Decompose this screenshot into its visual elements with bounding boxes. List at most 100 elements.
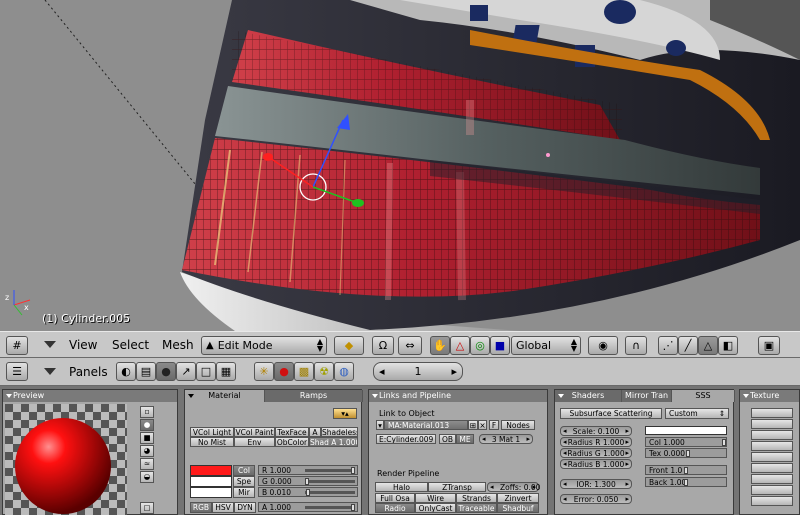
green-slider[interactable]: G 0.000 [258,476,358,486]
context-shading-button[interactable]: ● [156,362,176,381]
texture-panel-title[interactable]: Texture [740,390,799,402]
occlude-geometry-toggle[interactable]: ◧ [718,336,738,355]
sss-front-slider[interactable]: Front 1.0 [645,465,727,475]
me-link-button[interactable]: ME [456,434,474,444]
collapse-menu-icon[interactable] [44,341,56,348]
texture-channel-3[interactable] [751,430,793,440]
texture-channel-4[interactable] [751,441,793,451]
radius-b-field[interactable]: Radius B 1.000 [560,459,632,469]
preview-cube-button[interactable]: ■ [140,432,154,444]
radius-g-field[interactable]: Radius G 1.000 [560,448,632,458]
context-editing-button[interactable]: □ [196,362,216,381]
manipulator-rotate[interactable]: ◎ [470,336,490,355]
frame-number-field[interactable]: ◂ 1 ▸ [373,362,463,381]
col-button[interactable]: Col [233,465,255,476]
material-buttons[interactable]: ● [274,362,294,381]
material-browse-button[interactable]: ▾ [376,420,384,430]
edge-select-mode[interactable]: ╱ [678,336,698,355]
wire-button[interactable]: Wire [415,493,456,503]
preview-hair-button[interactable]: ≈ [140,458,154,470]
texture-channel-6[interactable] [751,463,793,473]
tab-ramps[interactable]: Ramps [265,390,363,402]
preview-plane-button[interactable]: ▫ [140,406,154,418]
texture-channel-8[interactable] [751,485,793,495]
mir-button[interactable]: Mir [233,487,255,498]
radius-r-field[interactable]: Radius R 1.000 [560,437,632,447]
fake-user-button[interactable]: F [489,420,499,430]
env-button[interactable]: Env [234,437,275,447]
slider-knob[interactable] [351,504,355,511]
preview-sky-button[interactable]: ◒ [140,471,154,483]
ob-link-button[interactable]: OB [439,434,456,444]
texture-channel-2[interactable] [751,419,793,429]
zoffs-field[interactable]: Zoffs: 0.00 [487,482,540,492]
spe-button[interactable]: Spe [233,476,255,487]
sss-tex-slider[interactable]: Tex 0.000 [645,448,727,458]
render-preview-button[interactable]: ▣ [758,336,780,355]
halo-button[interactable]: Halo [375,482,428,492]
strands-button[interactable]: Strands [456,493,497,503]
menu-view[interactable]: View [69,338,97,352]
preview-monkey-button[interactable]: ◕ [140,445,154,457]
preview-render-button[interactable]: ▢ [140,502,154,514]
alpha-slider[interactable]: A 1.000 [258,502,358,512]
traceable-button[interactable]: Traceable [456,503,497,513]
viewport-scene[interactable]: z x [0,0,800,331]
menu-mesh[interactable]: Mesh [162,338,194,352]
context-scene-button[interactable]: ▦ [216,362,236,381]
tab-material[interactable]: Material [185,390,265,402]
slider-knob[interactable] [684,467,688,474]
nodes-button[interactable]: Nodes [501,420,535,430]
material-name-field[interactable]: MA:Material.013 [384,420,468,430]
manipulator-toggle[interactable]: ✋ [430,336,450,355]
rgb-mode-button[interactable]: RGB [190,502,212,513]
face-select-mode[interactable]: △ [698,336,718,355]
slider-knob[interactable] [351,467,355,474]
shadow-alpha-field[interactable]: Shad A 1.000 [309,437,358,447]
material-users-button[interactable]: ⊞ [468,420,478,430]
manipulator-translate[interactable]: △ [450,336,470,355]
editor-type-button[interactable]: # [6,336,28,355]
texface-button[interactable]: TexFace [275,427,309,437]
subsurface-scattering-toggle[interactable]: Subsurface Scattering [560,408,662,419]
lamp-buttons[interactable]: ✳ [254,362,274,381]
obcolor-button[interactable]: ObColor [275,437,309,447]
context-logic-button[interactable]: ◐ [116,362,136,381]
slider-knob[interactable] [306,489,310,496]
ior-field[interactable]: IOR: 1.300 [560,479,632,489]
menu-panels[interactable]: Panels [69,365,108,379]
tab-sss[interactable]: SSS [672,390,735,402]
slider-knob[interactable] [722,439,726,446]
spe-color-swatch[interactable] [190,476,232,487]
preview-panel-title[interactable]: Preview [3,390,177,402]
hsv-mode-button[interactable]: HSV [212,502,234,513]
material-copy-paste-button[interactable]: ▾▴ [333,408,357,419]
transform-widget-toggle[interactable]: ⇔ [398,336,422,355]
tab-mirror-transp[interactable]: Mirror Tran [622,390,672,402]
sss-color-swatch[interactable] [645,426,727,435]
radio-button[interactable]: Radio [375,503,415,513]
snap-button[interactable]: ∩ [625,336,647,355]
mir-color-swatch[interactable] [190,487,232,498]
texture-channel-7[interactable] [751,474,793,484]
radiosity-buttons[interactable]: ☢ [314,362,334,381]
world-buttons[interactable]: ◍ [334,362,354,381]
texture-channel-1[interactable] [751,408,793,418]
vcol-paint-button[interactable]: VCol Paint [234,427,275,437]
texture-channel-5[interactable] [751,452,793,462]
only-cast-button[interactable]: OnlyCast [415,503,456,513]
buttons-editor-type-button[interactable]: ☰ [6,362,28,381]
material-index-field[interactable]: 3 Mat 1 [479,434,533,444]
sss-col-slider[interactable]: Col 1.000 [645,437,727,447]
sss-preset-dropdown[interactable]: Custom ⇕ [665,408,729,419]
error-field[interactable]: Error: 0.050 [560,494,632,504]
context-object-button[interactable]: ↗ [176,362,196,381]
ztransp-button[interactable]: ZTransp [428,482,486,492]
dyn-mode-button[interactable]: DYN [234,502,256,513]
slider-knob[interactable] [305,478,309,485]
links-panel-title[interactable]: Links and Pipeline [369,390,547,402]
manipulator-scale[interactable]: ■ [490,336,510,355]
texture-buttons[interactable]: ▩ [294,362,314,381]
material-unlink-button[interactable]: × [478,420,487,430]
zinvert-button[interactable]: Zinvert [497,493,539,503]
